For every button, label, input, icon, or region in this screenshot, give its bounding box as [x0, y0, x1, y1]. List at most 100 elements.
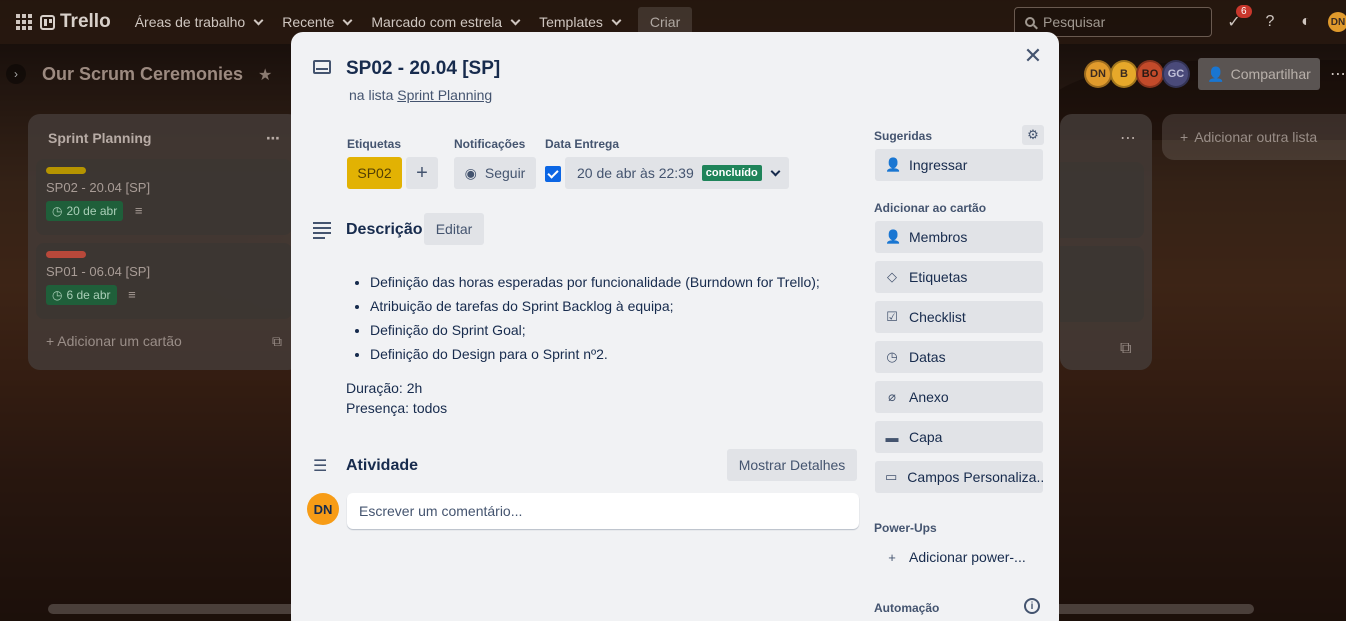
- card-date-text: 6 de abr: [66, 288, 111, 302]
- description-icon: [313, 222, 331, 242]
- person-icon: 👤: [1207, 65, 1225, 82]
- list-header: Sprint Planning ⋯: [36, 126, 292, 151]
- sidebar-toggle-icon[interactable]: ›: [6, 64, 26, 84]
- board-title[interactable]: Our Scrum Ceremonies: [42, 64, 243, 85]
- list-sprint-planning: Sprint Planning ⋯ SP02 - 20.04 [SP] ◷ 20 …: [28, 114, 300, 370]
- add-power-up-button[interactable]: + Adicionar power-...: [875, 541, 1043, 573]
- description-icon: ≡: [134, 203, 143, 218]
- cover-button[interactable]: ▬ Capa: [875, 421, 1043, 453]
- suggested-heading: Sugeridas: [874, 129, 933, 143]
- follow-button[interactable]: ◉ Seguir: [454, 157, 536, 189]
- eye-icon: ◉: [464, 164, 477, 181]
- label-chip[interactable]: SP02: [347, 157, 402, 189]
- members-button[interactable]: 👤 Membros: [875, 221, 1043, 253]
- add-card-button[interactable]: + Adicionar um cartão ⧉: [36, 319, 292, 350]
- members-label: Membros: [909, 229, 968, 245]
- chevron-down-icon: [770, 166, 781, 176]
- template-icon[interactable]: ⧉: [1120, 340, 1131, 358]
- notifications-heading: Notificações: [454, 137, 526, 151]
- template-icon[interactable]: ⧉: [272, 333, 282, 350]
- description-item: Definição do Sprint Goal;: [370, 318, 820, 342]
- gear-icon[interactable]: ⚙: [1022, 125, 1044, 145]
- plus-icon: +: [46, 333, 58, 349]
- notification-count-badge: 6: [1236, 5, 1252, 18]
- nav-workspaces[interactable]: Áreas de trabalho: [125, 6, 273, 38]
- list-card[interactable]: SP02 - 20.04 [SP] ◷ 20 de abr ≡: [36, 159, 292, 235]
- edit-description-button[interactable]: Editar: [424, 213, 484, 245]
- card-date-text: 20 de abr: [66, 204, 118, 218]
- add-label-button[interactable]: +: [406, 157, 438, 189]
- list-partial: ⋯ ⧉: [1060, 114, 1152, 370]
- card-icon: [313, 60, 331, 74]
- trello-logo[interactable]: Trello: [40, 11, 111, 33]
- checklist-icon: ☑: [886, 309, 898, 324]
- card-due-date: ◷ 6 de abr: [46, 285, 117, 305]
- description-item: Atribuição de tarefas do Sprint Backlog …: [370, 294, 820, 318]
- help-icon[interactable]: ?: [1260, 12, 1280, 32]
- custom-fields-icon: ▭: [885, 469, 898, 484]
- nav-label: Recente: [282, 14, 335, 30]
- plus-icon: +: [888, 549, 896, 565]
- card-title[interactable]: SP02 - 20.04 [SP]: [346, 58, 500, 80]
- trello-logo-icon: [40, 14, 55, 30]
- card-title: SP01 - 06.04 [SP]: [46, 264, 151, 279]
- description-body[interactable]: Definição das horas esperadas por funcio…: [346, 270, 820, 418]
- share-label: Compartilhar: [1230, 66, 1311, 82]
- theme-icon[interactable]: ◐: [1296, 12, 1316, 32]
- list-card[interactable]: [1060, 162, 1144, 238]
- account-avatar[interactable]: DN: [1328, 12, 1346, 32]
- dates-label: Datas: [909, 349, 946, 365]
- description-item: Definição das horas esperadas por funcio…: [370, 270, 820, 294]
- list-card[interactable]: SP01 - 06.04 [SP] ◷ 6 de abr ≡: [36, 243, 292, 319]
- plus-icon: +: [1180, 129, 1189, 145]
- card-title: SP02 - 20.04 [SP]: [46, 180, 151, 195]
- due-date-button[interactable]: 20 de abr às 22:39 concluído: [565, 157, 789, 189]
- join-label: Ingressar: [909, 157, 968, 173]
- paperclip-icon: ⌀: [888, 389, 896, 404]
- chevron-down-icon: [342, 15, 353, 25]
- member-avatar[interactable]: BO: [1136, 60, 1164, 88]
- list-prefix: na lista: [349, 87, 394, 103]
- add-list-label: Adicionar outra lista: [1194, 129, 1318, 145]
- add-list-button[interactable]: + Adicionar outra lista: [1162, 114, 1346, 160]
- list-title[interactable]: Sprint Planning: [48, 130, 151, 147]
- member-avatar[interactable]: DN: [1084, 60, 1112, 88]
- chevron-down-icon: [611, 15, 622, 25]
- info-icon[interactable]: i: [1024, 598, 1040, 614]
- dates-button[interactable]: ◷ Datas: [875, 341, 1043, 373]
- list-card[interactable]: [1060, 246, 1144, 322]
- description-icon: ≡: [128, 287, 136, 302]
- member-avatar[interactable]: B: [1110, 60, 1138, 88]
- checklist-button[interactable]: ☑ Checklist: [875, 301, 1043, 333]
- due-complete-checkbox[interactable]: [545, 166, 561, 182]
- member-avatar[interactable]: GC: [1162, 60, 1190, 88]
- activity-icon: ☰: [313, 458, 328, 475]
- presence-text: Presença: todos: [346, 400, 448, 416]
- list-menu-icon[interactable]: ⋯: [1120, 128, 1136, 148]
- list-menu-icon[interactable]: ⋯: [266, 130, 280, 147]
- due-date-heading: Data Entrega: [545, 137, 620, 151]
- description-item: Definição do Design para o Sprint nº2.: [370, 342, 820, 366]
- card-label-strip: [46, 167, 86, 174]
- more-options-icon[interactable]: ⋯: [1328, 64, 1346, 84]
- clock-icon: ◷: [52, 288, 63, 302]
- commenter-avatar: DN: [307, 493, 339, 525]
- search-icon: [1025, 17, 1035, 27]
- attachment-label: Anexo: [909, 389, 949, 405]
- trello-logo-text: Trello: [60, 11, 111, 32]
- show-details-button[interactable]: Mostrar Detalhes: [727, 449, 857, 481]
- follow-label: Seguir: [484, 165, 526, 181]
- close-icon[interactable]: ✕: [1021, 43, 1045, 68]
- add-power-up-label: Adicionar power-...: [909, 549, 1026, 565]
- person-icon: 👤: [885, 229, 902, 244]
- comment-input[interactable]: Escrever um comentário...: [347, 493, 859, 529]
- labels-button[interactable]: ◇ Etiquetas: [875, 261, 1043, 293]
- attachment-button[interactable]: ⌀ Anexo: [875, 381, 1043, 413]
- list-link[interactable]: Sprint Planning: [397, 87, 492, 103]
- custom-fields-button[interactable]: ▭ Campos Personaliza...: [875, 461, 1043, 493]
- share-button[interactable]: 👤 Compartilhar: [1198, 58, 1320, 90]
- nav-label: Áreas de trabalho: [134, 14, 246, 30]
- app-switcher-icon[interactable]: [16, 14, 32, 30]
- join-button[interactable]: 👤 Ingressar: [875, 149, 1043, 181]
- star-icon[interactable]: ★: [258, 65, 272, 85]
